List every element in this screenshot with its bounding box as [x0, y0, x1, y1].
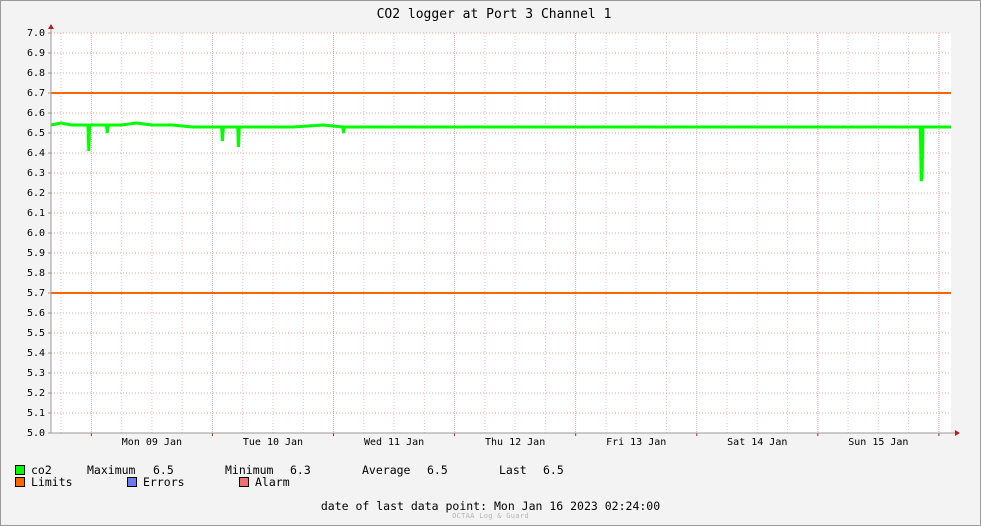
- y-tick-label: 5.1: [27, 408, 45, 419]
- last-point-value: Mon Jan 16 2023 02:24:00: [493, 499, 661, 513]
- y-tick-label: 5.2: [27, 388, 45, 399]
- legend-average-value: 6.5: [427, 463, 448, 477]
- y-tick-label: 6.7: [27, 88, 45, 99]
- y-tick-label: 6.6: [27, 108, 45, 119]
- y-tick-label: 5.4: [27, 348, 45, 359]
- x-axis-arrow: [955, 430, 960, 436]
- brand-watermark: OCTAA Log & Guard: [452, 512, 529, 520]
- x-tick-label: Tue 10 Jan: [243, 437, 303, 448]
- legend-item-errors: Errors: [127, 475, 239, 489]
- x-tick-label: Fri 13 Jan: [606, 437, 666, 448]
- y-tick-label: 5.6: [27, 308, 45, 319]
- legend-last-value: 6.5: [543, 463, 564, 477]
- y-tick-label: 6.2: [27, 188, 45, 199]
- legend-row-keys: Limits Errors Alarm: [15, 475, 290, 489]
- x-tick-label: Sun 15 Jan: [848, 437, 908, 448]
- last-data-point: date of last data point: Mon Jan 16 2023…: [0, 499, 981, 513]
- legend-limits-label: Limits: [31, 475, 73, 489]
- limits-swatch: [15, 477, 25, 487]
- y-tick-label: 5.3: [27, 368, 45, 379]
- legend-last-label: Last: [499, 463, 527, 477]
- y-tick-labels: 7.0 6.9 6.8 6.7 6.6 6.5 6.4 6.3 6.2 6.1 6.0 5.9 5.8 5…: [27, 28, 45, 439]
- y-tick-label: 6.1: [27, 208, 45, 219]
- x-tick-label: Mon 09 Jan: [122, 437, 182, 448]
- y-tick-label: 5.0: [27, 428, 45, 439]
- y-tick-label: 6.5: [27, 128, 45, 139]
- y-tick-label: 5.8: [27, 268, 45, 279]
- chart-canvas: CO2 logger at Port 3 Channel 1 7.0 6.9 6.8…: [27, 7, 960, 448]
- y-axis-arrow: [48, 24, 54, 29]
- y-tick-label: 6.9: [27, 48, 45, 59]
- y-tick-label: 7.0: [27, 28, 45, 39]
- co2-swatch: [15, 465, 25, 475]
- legend-item-limits: Limits: [15, 475, 127, 489]
- alarm-swatch: [239, 477, 249, 487]
- x-tick-label: Wed 11 Jan: [364, 437, 424, 448]
- y-tick-label: 5.7: [27, 288, 45, 299]
- last-point-label: date of last data point:: [320, 499, 488, 513]
- y-tick-label: 6.0: [27, 228, 45, 239]
- x-tick-label: Thu 12 Jan: [485, 437, 545, 448]
- x-tick-labels: Mon 09 Jan Tue 10 Jan Wed 11 Jan Thu 12 Jan…: [122, 437, 909, 448]
- legend-alarm-label: Alarm: [255, 475, 290, 489]
- y-tick-label: 5.5: [27, 328, 45, 339]
- y-tick-label: 6.4: [27, 148, 45, 159]
- errors-swatch: [127, 477, 137, 487]
- legend-item-alarm: Alarm: [239, 475, 290, 489]
- chart-title: CO2 logger at Port 3 Channel 1: [377, 7, 612, 22]
- legend-average-label: Average: [362, 463, 411, 477]
- legend-minimum-value: 6.3: [290, 463, 311, 477]
- y-tick-label: 6.8: [27, 68, 45, 79]
- x-tick-label: Sat 14 Jan: [727, 437, 787, 448]
- y-tick-label: 6.3: [27, 168, 45, 179]
- y-tick-label: 5.9: [27, 248, 45, 259]
- legend-errors-label: Errors: [143, 475, 185, 489]
